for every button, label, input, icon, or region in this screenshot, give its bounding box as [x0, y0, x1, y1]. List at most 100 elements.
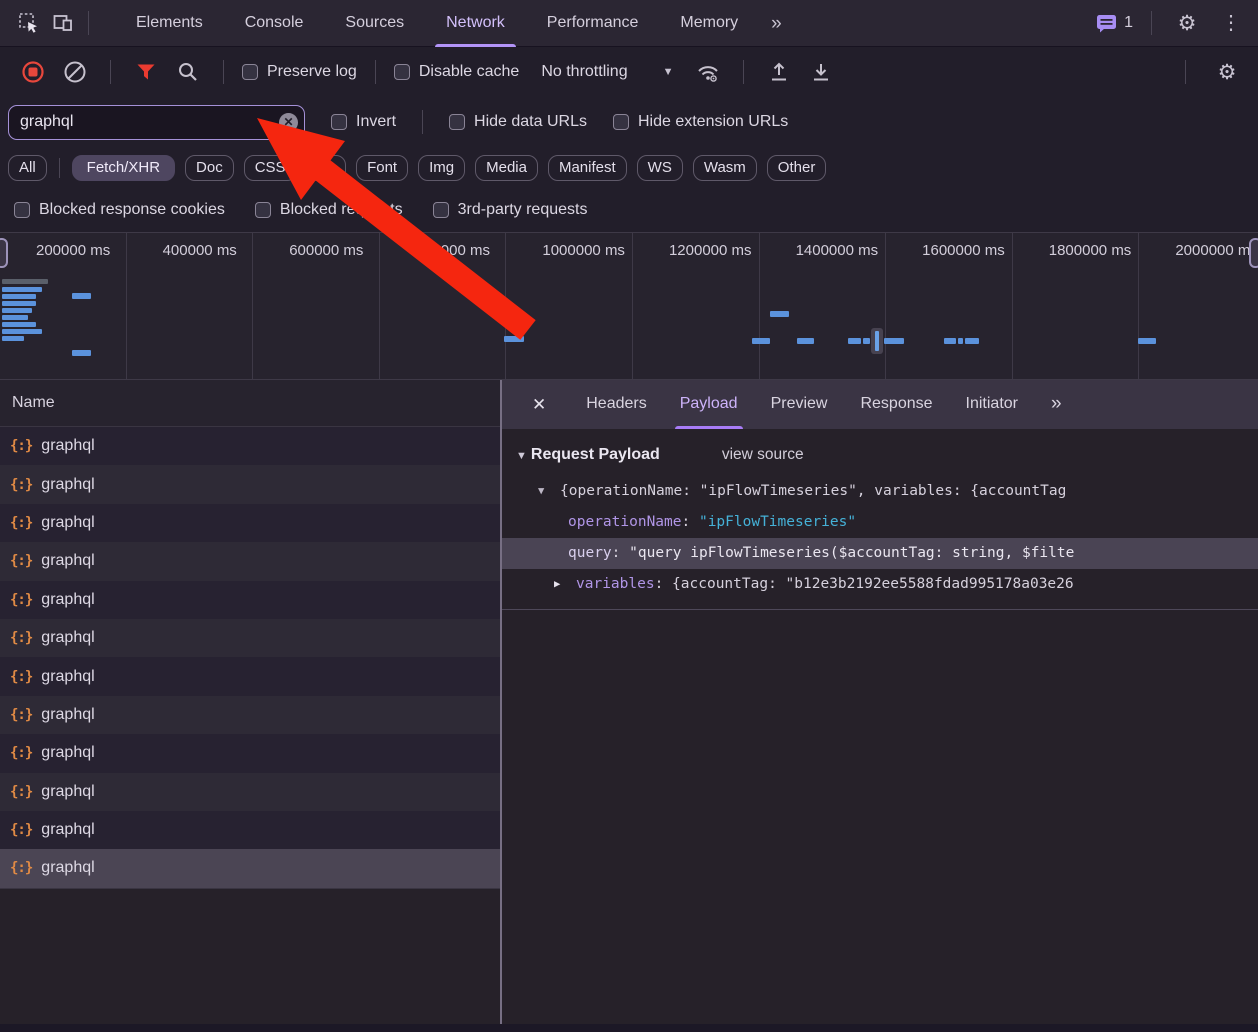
import-har-icon[interactable]: [762, 56, 796, 88]
hide-data-urls-checkbox[interactable]: Hide data URLs: [449, 113, 587, 131]
details-tab[interactable]: Initiator: [961, 380, 1023, 429]
settings-gear-icon[interactable]: ⚙: [1170, 7, 1204, 39]
record-network-log-button[interactable]: [16, 56, 50, 88]
checkbox[interactable]: [449, 114, 466, 130]
request-row[interactable]: {:} graphql: [0, 503, 500, 543]
request-type-chip[interactable]: WS: [636, 154, 683, 181]
payload-root-row[interactable]: ▼ {operationName: "ipFlowTimeseries", va…: [502, 476, 1258, 507]
request-type-chip[interactable]: Other: [766, 154, 827, 181]
search-icon[interactable]: [171, 56, 205, 88]
checkbox[interactable]: [242, 64, 258, 80]
request-type-chip[interactable]: Fetch/XHR: [71, 154, 176, 181]
disable-cache-checkbox[interactable]: Disable cache: [393, 63, 519, 81]
request-bar: [863, 338, 870, 344]
separator: [110, 60, 111, 84]
clear-filter-icon[interactable]: ✕: [279, 112, 298, 132]
window-bottom-edge: [0, 1024, 1258, 1032]
checkbox[interactable]: [432, 202, 449, 218]
request-row[interactable]: {:} graphql: [0, 734, 500, 773]
request-type-chip[interactable]: Img: [418, 154, 466, 181]
invert-checkbox[interactable]: Invert: [331, 113, 396, 131]
main-tab[interactable]: Memory: [659, 0, 759, 47]
request-row[interactable]: {:} graphql: [0, 849, 500, 888]
main-tabs: Elements Console Sources Network Performance…: [115, 0, 759, 47]
throttling-dropdown[interactable]: No throttling ▼: [541, 63, 673, 81]
request-row[interactable]: {:} graphql: [0, 465, 500, 504]
request-details-panel: ✕ Headers Payload Preview Response Initiator…: [502, 380, 1258, 1032]
main-tab[interactable]: Performance: [526, 0, 660, 47]
separator: [88, 11, 89, 35]
request-row[interactable]: {:} graphql: [0, 695, 500, 735]
hide-extension-urls-checkbox[interactable]: Hide extension URLs: [612, 113, 788, 131]
collapse-arrow-icon[interactable]: ▼: [516, 450, 527, 462]
network-settings-gear-icon[interactable]: ⚙: [1210, 56, 1244, 88]
request-bar: [944, 338, 956, 344]
checkbox[interactable]: [331, 114, 347, 130]
request-type-chip[interactable]: Manifest: [547, 154, 627, 181]
request-type-chip[interactable]: JS: [306, 154, 347, 181]
main-tab[interactable]: Sources: [324, 0, 425, 47]
timeline-column: 200000 ms: [0, 233, 127, 379]
more-details-tabs-icon[interactable]: »: [1046, 380, 1067, 429]
timeline-column: 1200000 ms: [633, 233, 760, 379]
request-row[interactable]: {:} graphql: [0, 772, 500, 811]
kebab-menu-icon[interactable]: ⋮: [1214, 7, 1248, 39]
device-toolbar-icon[interactable]: [46, 7, 80, 39]
request-type-chip[interactable]: CSS: [243, 154, 297, 181]
name-column-header[interactable]: Name: [0, 380, 500, 427]
payload-query-row[interactable]: query: "query ipFlowTimeseries($accountT…: [502, 538, 1258, 569]
view-source-link[interactable]: view source: [722, 446, 804, 464]
checkbox[interactable]: [254, 202, 271, 218]
request-row[interactable]: {:} graphql: [0, 580, 500, 619]
request-row[interactable]: {:} graphql: [0, 618, 500, 658]
filter-funnel-icon[interactable]: [129, 56, 163, 88]
export-har-icon[interactable]: [804, 56, 838, 88]
network-conditions-icon[interactable]: [691, 56, 725, 88]
clear-network-log-icon[interactable]: [58, 56, 92, 88]
expand-arrow-icon[interactable]: ▶: [554, 569, 560, 600]
request-row[interactable]: {:} graphql: [0, 810, 500, 850]
details-tab[interactable]: Payload: [674, 380, 743, 429]
timeline-column: 800000 ms: [380, 233, 507, 379]
payload-operation-row[interactable]: operationName: "ipFlowTimeseries": [502, 507, 1258, 538]
timeline-scroll-handle-left[interactable]: [0, 238, 8, 268]
timeline-column: 1000000 ms: [506, 233, 633, 379]
advanced-filter-checkbox[interactable]: 3rd-party requests: [432, 201, 587, 219]
filter-row: ✕ Invert Hide data URLs Hide extension U…: [0, 97, 1258, 147]
main-tab[interactable]: Elements: [115, 0, 224, 47]
main-tab[interactable]: Network: [425, 0, 526, 47]
panel-resize-divider[interactable]: [500, 380, 502, 1032]
request-row[interactable]: {:} graphql: [0, 542, 500, 581]
filter-input[interactable]: [8, 104, 305, 140]
payload-variables-row[interactable]: ▶ variables: {accountTag: "b12e3b2192ee5…: [502, 569, 1258, 600]
request-row[interactable]: {:} graphql: [0, 427, 500, 466]
request-bar: [72, 350, 91, 356]
request-bar: [2, 301, 36, 306]
details-tab[interactable]: Headers: [581, 380, 651, 429]
request-row[interactable]: {:} graphql: [0, 657, 500, 696]
checkbox[interactable]: [393, 64, 410, 80]
more-panels-icon[interactable]: »: [759, 1, 794, 46]
request-bar: [770, 311, 789, 317]
details-tab[interactable]: Response: [855, 380, 937, 429]
close-details-icon[interactable]: ✕: [520, 395, 558, 415]
timeline-scroll-handle-right[interactable]: [1249, 238, 1258, 268]
advanced-filter-checkbox[interactable]: Blocked requests: [254, 201, 403, 219]
advanced-filter-checkbox[interactable]: Blocked response cookies: [14, 201, 225, 219]
issues-button[interactable]: 1: [1096, 14, 1133, 33]
main-tab[interactable]: Console: [224, 0, 325, 47]
request-payload-section[interactable]: ▼ Request Payload view source: [502, 429, 1258, 476]
request-type-chip[interactable]: Media: [475, 154, 538, 181]
inspect-element-icon[interactable]: [12, 7, 46, 39]
checkbox[interactable]: [612, 114, 629, 130]
request-type-chip[interactable]: Font: [356, 154, 409, 181]
preserve-log-checkbox[interactable]: Preserve log: [242, 63, 357, 81]
request-type-chip[interactable]: Wasm: [692, 154, 757, 181]
details-tab[interactable]: Preview: [766, 380, 833, 429]
checkbox[interactable]: [14, 202, 30, 218]
chip-all[interactable]: All: [8, 154, 47, 181]
request-type-chip[interactable]: Doc: [185, 154, 234, 181]
details-tabs: Headers Payload Preview Response Initiator: [558, 380, 1023, 429]
network-overview-timeline[interactable]: 200000 ms 400000 ms 600000 ms 800000 ms 1000…: [0, 232, 1258, 380]
expand-arrow-icon[interactable]: ▼: [538, 476, 544, 507]
